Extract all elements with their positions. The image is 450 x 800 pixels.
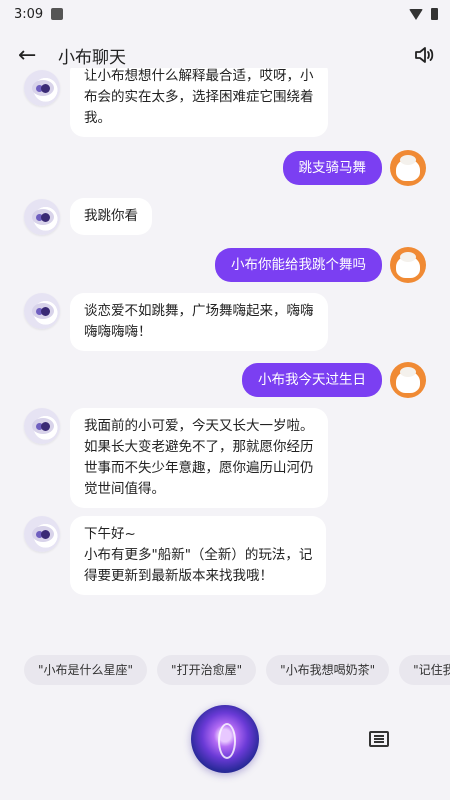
wifi-icon: [409, 8, 423, 20]
user-message-text: 小布我今天过生日: [242, 363, 382, 397]
bot-message-text: 我跳你看: [70, 198, 152, 235]
bot-message: 让小布想想什么解释最合适，哎呀，小 布会的实在太多，选择困难症它围绕着 我。: [24, 68, 328, 137]
notification-icon: [51, 8, 64, 20]
user-message: 小布你能给我跳个舞吗: [215, 247, 426, 283]
bot-avatar: [24, 198, 60, 235]
user-avatar: [390, 150, 426, 186]
user-message-text: 小布你能给我跳个舞吗: [215, 248, 382, 282]
suggestion-chip[interactable]: "小布我想喝奶茶": [266, 655, 390, 685]
user-message: 跳支骑马舞: [282, 150, 426, 186]
status-bar: 3:09: [0, 0, 450, 28]
user-message-text: 跳支骑马舞: [282, 151, 382, 185]
bot-message-text: 我面前的小可爱，今天又长大一岁啦。 如果长大变老避免不了，那就愿你经历 世事而不…: [70, 408, 328, 508]
battery-icon: [431, 8, 438, 20]
bot-message: 我面前的小可爱，今天又长大一岁啦。 如果长大变老避免不了，那就愿你经历 世事而不…: [24, 408, 328, 508]
bot-avatar: [24, 70, 60, 106]
user-message: 小布我今天过生日: [242, 362, 426, 398]
user-avatar: [390, 247, 426, 283]
bot-message-text: 让小布想想什么解释最合适，哎呀，小 布会的实在太多，选择困难症它围绕着 我。: [70, 68, 328, 137]
bot-message: 我跳你看: [24, 198, 152, 235]
bot-message: 谈恋爱不如跳舞，广场舞嗨起来，嗨嗨 嗨嗨嗨嗨！: [24, 293, 328, 351]
bot-message: 下午好~ 小布有更多"船新"（全新）的玩法，记 得要更新到最新版本来找我哦！: [24, 516, 327, 595]
chat-list[interactable]: 让小布想想什么解释最合适，哎呀，小 布会的实在太多，选择困难症它围绕着 我。 跳…: [0, 68, 450, 648]
suggestion-chip[interactable]: "记住我的: [399, 655, 450, 685]
bot-avatar: [24, 293, 60, 329]
bot-avatar: [24, 516, 60, 552]
suggestion-chip[interactable]: "小布是什么星座": [24, 655, 148, 685]
status-time: 3:09: [14, 6, 44, 22]
bot-message-text: 下午好~ 小布有更多"船新"（全新）的玩法，记 得要更新到最新版本来找我哦！: [70, 516, 327, 595]
keyboard-icon[interactable]: [369, 731, 389, 747]
back-arrow-icon[interactable]: ←: [18, 43, 46, 68]
suggestion-chips: "小布是什么星座" "打开治愈屋" "小布我想喝奶茶" "记住我的: [24, 655, 450, 685]
voice-input-button[interactable]: [191, 705, 259, 773]
bot-message-text: 谈恋爱不如跳舞，广场舞嗨起来，嗨嗨 嗨嗨嗨嗨！: [70, 293, 328, 351]
user-avatar: [390, 362, 426, 398]
speaker-icon[interactable]: [412, 43, 436, 67]
page-title: 小布聊天: [58, 47, 126, 68]
bot-avatar: [24, 408, 60, 444]
suggestion-chip[interactable]: "打开治愈屋": [157, 655, 257, 685]
